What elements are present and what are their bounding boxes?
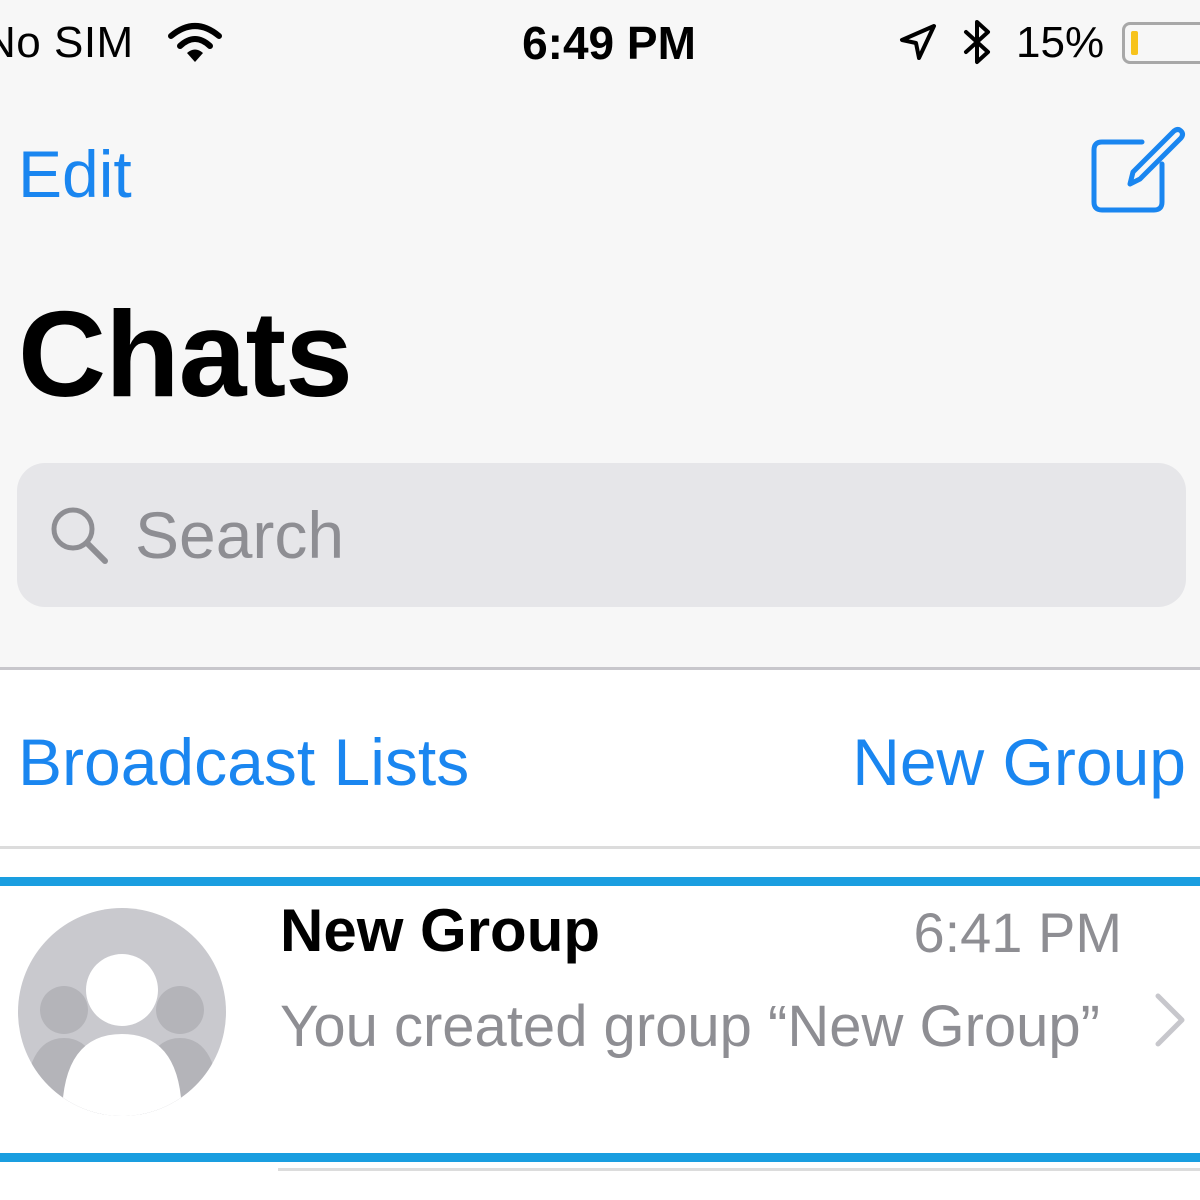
bluetooth-icon <box>964 20 990 64</box>
search-icon <box>51 507 108 564</box>
edit-button[interactable]: Edit <box>18 136 132 212</box>
battery-percent: 15% <box>1016 18 1105 67</box>
chat-time: 6:41 PM <box>913 901 1122 964</box>
divider <box>0 846 1200 849</box>
divider <box>278 1168 1200 1171</box>
broadcast-lists-link[interactable]: Broadcast Lists <box>18 724 469 800</box>
battery-icon <box>1122 22 1200 64</box>
chevron-right-icon <box>1155 993 1185 1047</box>
chat-name: New Group <box>280 897 601 964</box>
chat-row[interactable]: New Group 6:41 PM You created group “New… <box>0 877 1200 1162</box>
page-title: Chats <box>18 286 353 422</box>
chat-preview: You created group “New Group” <box>280 994 1100 1059</box>
action-row: Broadcast Lists New Group <box>0 670 1200 846</box>
battery-fill <box>1131 31 1138 55</box>
location-icon <box>900 24 936 60</box>
search-bar[interactable] <box>17 463 1186 607</box>
new-group-link[interactable]: New Group <box>852 724 1186 800</box>
status-bar: No SIM 6:49 PM 15% <box>0 0 1200 90</box>
compose-icon[interactable] <box>1086 118 1186 218</box>
group-avatar-icon <box>18 908 226 1116</box>
search-input[interactable] <box>135 491 1135 579</box>
chats-screen: No SIM 6:49 PM 15% Edit Chats <box>0 0 1200 1200</box>
